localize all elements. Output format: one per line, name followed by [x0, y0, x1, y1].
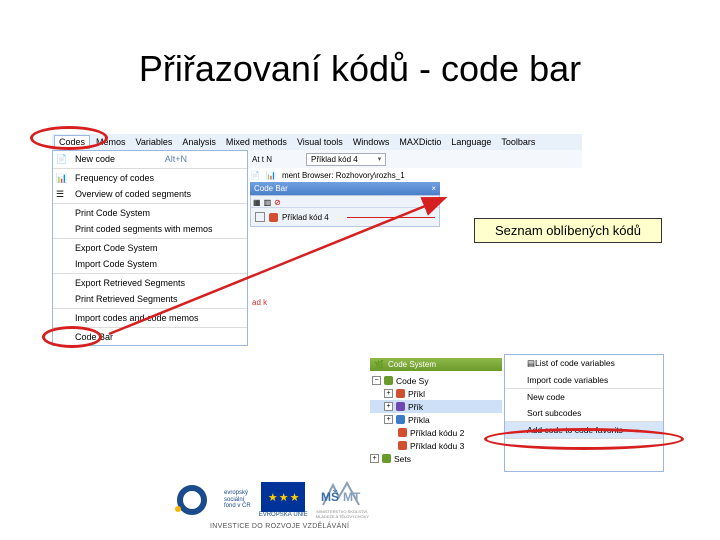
menu-item-new-code[interactable]: 📄 New codeAlt+N: [53, 151, 247, 167]
code-color-icon: [269, 213, 278, 222]
menu-maxdictio[interactable]: MAXDictio: [395, 136, 445, 148]
highlight-add-favorite: [484, 428, 684, 450]
folder-icon: [384, 376, 393, 385]
code-bar-header: Code Bar ×: [250, 182, 440, 195]
tree-item[interactable]: Příklad kódu 3: [370, 439, 502, 452]
codes-dropdown-menu: 📄 New codeAlt+N 📊Frequency of codes ☰Ove…: [52, 150, 248, 346]
menubar: Codes Memos Variables Analysis Mixed met…: [52, 134, 582, 150]
expand-icon[interactable]: +: [384, 389, 393, 398]
code-icon: [396, 402, 405, 411]
tree-icon: 🌿: [374, 360, 384, 369]
highlight-codes-menu: [30, 126, 108, 150]
code-combo[interactable]: Příklad kód 4: [306, 153, 386, 166]
favorite-code-row[interactable]: Příklad kód 4: [251, 208, 439, 226]
menu-windows[interactable]: Windows: [349, 136, 394, 148]
doc-path: ment Browser: Rozhovory\rozhs_1: [282, 171, 405, 180]
expand-icon[interactable]: +: [384, 415, 393, 424]
esf-text: evropskýsociálnífond v ČR: [224, 478, 251, 522]
tree-item[interactable]: +Příkl: [370, 387, 502, 400]
new-icon: 📄: [56, 154, 68, 166]
menu-item-print-ret[interactable]: Print Retrieved Segments: [53, 291, 247, 307]
code-icon: [396, 389, 405, 398]
esf-logo: [168, 478, 216, 522]
cmenu-list-vars[interactable]: ▤List of code variables: [505, 355, 663, 372]
doc-icon: 📄: [250, 171, 260, 180]
code-icon: [398, 441, 407, 450]
menu-variables[interactable]: Variables: [132, 136, 177, 148]
app-screenshot-bottom: 🌿 Code System −Code Sy +Příkl +Přík +Pří…: [370, 358, 670, 371]
svg-text:MŠ: MŠ: [321, 489, 339, 504]
context-menu: ▤List of code variables Import code vari…: [504, 354, 664, 472]
code-icon: [396, 415, 405, 424]
close-icon[interactable]: ×: [431, 184, 436, 193]
table-icon: 📊: [266, 171, 276, 180]
cmenu-item[interactable]: [505, 455, 663, 471]
menu-item-import-sys[interactable]: Import Code System: [53, 256, 247, 272]
eu-logo: ★ ★ ★ EVROPSKÁ UNIE: [259, 478, 308, 522]
expand-icon[interactable]: +: [384, 402, 393, 411]
menu-visual[interactable]: Visual tools: [293, 136, 347, 148]
sub-toolbar: 📄 📊 ment Browser: Rozhovory\rozhs_1: [250, 168, 405, 182]
checkbox[interactable]: [255, 212, 265, 222]
code-bar-title: Code Bar: [254, 184, 288, 193]
tree-root[interactable]: −Code Sy: [370, 374, 502, 387]
tree-sets[interactable]: +Sets: [370, 452, 502, 465]
slide-title: Přiřazovaní kódů - code bar: [0, 48, 720, 90]
code-combo-value: Příklad kód 4: [311, 155, 358, 164]
tb-icon[interactable]: ▥: [264, 198, 272, 205]
cut-text: ad k: [252, 298, 267, 307]
tree-item-selected[interactable]: +Přík: [370, 400, 502, 413]
code-system-header: 🌿 Code System: [370, 358, 502, 371]
expand-icon[interactable]: +: [370, 454, 379, 463]
underline: [347, 217, 435, 218]
menu-item-export-ret[interactable]: Export Retrieved Segments: [53, 275, 247, 291]
menu-item-import-memos[interactable]: Import codes and code memos: [53, 310, 247, 326]
list-icon: ☰: [56, 189, 68, 201]
msmt-logo: MŠMT MINISTERSTVO ŠKOLSTVÍ, MLÁDEŽE A TĚ…: [316, 478, 369, 522]
cmenu-new-code[interactable]: New code: [505, 389, 663, 405]
list-icon: ▤: [527, 358, 535, 368]
sponsor-logos: evropskýsociálnífond v ČR ★ ★ ★ EVROPSKÁ…: [168, 478, 369, 522]
menu-item-overview[interactable]: ☰Overview of coded segments: [53, 186, 247, 202]
collapse-icon[interactable]: −: [372, 376, 381, 385]
code-icon: [398, 428, 407, 437]
folder-icon: [382, 454, 391, 463]
footer-caption: INVESTICE DO ROZVOJE VZDĚLÁVÁNÍ: [210, 523, 349, 530]
favorite-code-label: Příklad kód 4: [282, 213, 329, 222]
app-screenshot-top: Codes Memos Variables Analysis Mixed met…: [52, 134, 582, 364]
cmenu-import-vars[interactable]: Import code variables: [505, 372, 663, 388]
menu-analysis[interactable]: Analysis: [178, 136, 220, 148]
tb-icon[interactable]: ▦: [253, 198, 261, 205]
tree-item[interactable]: Příklad kódu 2: [370, 426, 502, 439]
menu-toolbars[interactable]: Toolbars: [497, 136, 539, 148]
stop-icon[interactable]: ⊘: [274, 198, 281, 205]
code-tree: −Code Sy +Příkl +Přík +Příkla Příklad kó…: [370, 374, 502, 465]
tree-item[interactable]: +Příkla: [370, 413, 502, 426]
code-bar-panel: Code Bar × ▦ ▥ ⊘ Příklad kód 4: [250, 182, 440, 227]
menu-item-print-sys[interactable]: Print Code System: [53, 205, 247, 221]
highlight-code-bar-item: [42, 326, 102, 348]
menu-item-frequency[interactable]: 📊Frequency of codes: [53, 170, 247, 186]
svg-text:MT: MT: [343, 490, 361, 504]
menu-mixed[interactable]: Mixed methods: [222, 136, 291, 148]
menu-item-export-sys[interactable]: Export Code System: [53, 240, 247, 256]
cmenu-sort[interactable]: Sort subcodes: [505, 405, 663, 421]
callout-favorites: Seznam oblíbených kódů: [474, 218, 662, 243]
menu-language[interactable]: Language: [447, 136, 495, 148]
chart-icon: 📊: [56, 173, 68, 185]
toolbar-attn: At t N: [252, 155, 272, 164]
menu-item-print-seg[interactable]: Print coded segments with memos: [53, 221, 247, 237]
